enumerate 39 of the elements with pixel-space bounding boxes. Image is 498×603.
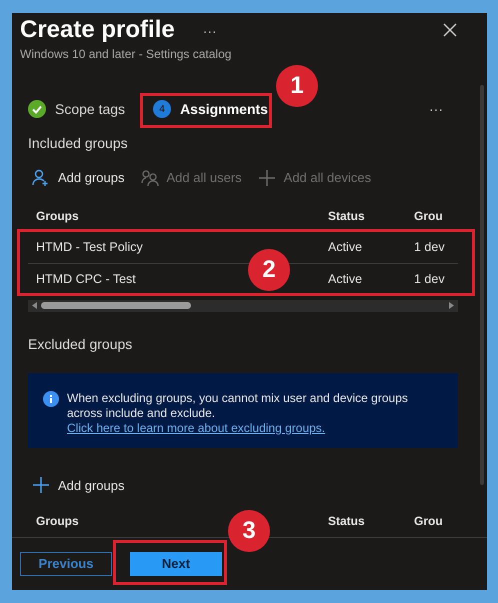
window-title: Create profile: [20, 15, 175, 45]
person-add-icon: [32, 169, 50, 188]
close-icon[interactable]: [443, 23, 457, 37]
next-button[interactable]: Next: [130, 552, 222, 576]
column-header: Status: [328, 513, 366, 530]
plus-icon: [258, 169, 276, 188]
checkmark-icon: [28, 100, 46, 118]
section-heading: Included groups: [27, 134, 129, 154]
column-header: Groups: [36, 208, 79, 225]
wizard-tab[interactable]: 4 Assignments: [153, 98, 268, 120]
more-options-button[interactable]: ···: [202, 21, 217, 42]
info-text: When excluding groups, you cannot mix user and device groups across include and exclude. Click here to learn more about excluding groups.: [67, 390, 409, 436]
plus-icon: [32, 476, 50, 494]
wizard-tab[interactable]: Scope tags: [28, 98, 126, 120]
table-cell-text: HTMD - Test Policy: [36, 238, 143, 256]
section-heading: Excluded groups: [27, 334, 134, 354]
column-header: Groups: [36, 513, 79, 530]
scroll-right-icon[interactable]: [449, 302, 454, 310]
step-number: 4: [153, 100, 172, 118]
table-cell-text: 1 dev: [414, 238, 446, 256]
info-icon: [43, 390, 59, 407]
toolbar-action[interactable]: Add groups: [32, 476, 124, 496]
more-options-button[interactable]: ···: [429, 98, 443, 120]
window-subtitle: Windows 10 and later - Settings catalog: [19, 46, 232, 63]
scroll-left-icon[interactable]: [32, 302, 37, 310]
step-number-badge: 2: [248, 249, 290, 291]
column-header: Status: [328, 208, 366, 225]
step-number-badge: 1: [276, 65, 318, 107]
table-cell-text: Active: [328, 270, 364, 288]
column-header: Grou: [414, 513, 444, 530]
column-header: Grou: [414, 208, 444, 225]
table-cell-text: Active: [328, 238, 364, 256]
step-number-badge: 3: [228, 510, 270, 552]
learn-more-link[interactable]: Click here to learn more about excluding groups.: [67, 420, 326, 435]
toolbar-action[interactable]: Add groups: [32, 168, 124, 188]
table-cell-text: 1 dev: [414, 270, 446, 288]
people-icon: [140, 169, 158, 188]
table-cell-text: HTMD CPC - Test: [36, 270, 136, 288]
previous-button[interactable]: Previous: [20, 552, 112, 576]
